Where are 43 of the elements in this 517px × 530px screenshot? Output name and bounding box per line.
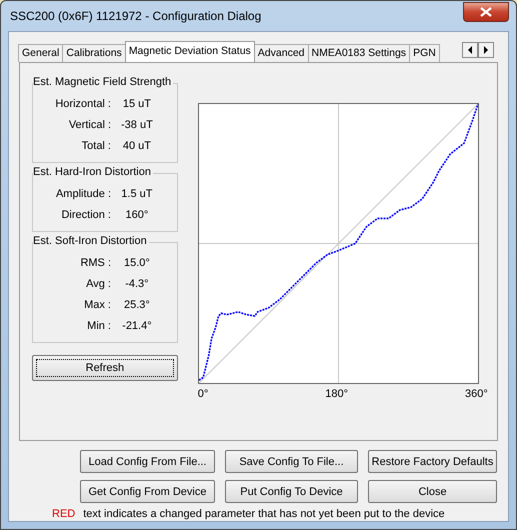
window-title: SSC200 (0x6F) 1121972 - Configuration Dialog	[9, 9, 262, 23]
axis-label: 0°	[198, 388, 208, 400]
refresh-button[interactable]: Refresh	[32, 355, 178, 381]
dialog-button[interactable]: Load Config From File...	[80, 450, 215, 473]
tab[interactable]: PGN	[409, 44, 440, 62]
left-arrow-icon	[467, 46, 473, 54]
axis-label: 360°	[465, 388, 488, 400]
field-value: 15 uT	[122, 98, 152, 110]
field-label: Avg :	[85, 278, 112, 290]
scroll-right-button[interactable]	[478, 42, 494, 58]
field-value: -21.4°	[121, 320, 153, 332]
field-label: Horizontal :	[54, 98, 112, 110]
close-icon	[480, 7, 492, 17]
scroll-left-button[interactable]	[462, 42, 478, 58]
field-value: 15.0°	[122, 257, 151, 269]
field-value: -38 uT	[121, 119, 154, 131]
right-arrow-icon	[483, 46, 489, 54]
field-label: Total :	[80, 140, 112, 152]
group-title: Est. Magnetic Field Strength	[33, 76, 174, 88]
field-label: Max :	[83, 299, 112, 311]
tab[interactable]: Magnetic Deviation Status	[124, 41, 255, 62]
close-button[interactable]	[463, 2, 509, 22]
field-label: Amplitude :	[54, 188, 112, 200]
field-label: Direction :	[60, 209, 112, 221]
axis-label: 180°	[325, 388, 348, 400]
field-label: RMS :	[79, 257, 112, 269]
highlight-keyword: RED	[52, 508, 76, 520]
dialog-button[interactable]: Put Config To Device	[225, 480, 358, 503]
group-title: Est. Soft-Iron Distortion	[33, 235, 149, 247]
group-title: Est. Hard-Iron Distortion	[33, 166, 153, 178]
field-value: 25.3°	[122, 299, 151, 311]
dialog-button[interactable]: Restore Factory Defaults	[368, 450, 497, 473]
field-label: Min :	[86, 320, 112, 332]
note-text: text indicates a changed parameter that has not yet been put to the device	[83, 508, 445, 520]
tab[interactable]: General	[18, 44, 64, 62]
dialog-button[interactable]: Close	[368, 480, 497, 503]
field-value: 40 uT	[122, 140, 152, 152]
field-value: -4.3°	[124, 278, 150, 290]
field-label: Vertical :	[68, 119, 112, 131]
field-value: 160°	[124, 209, 150, 221]
field-value: 1.5 uT	[121, 188, 154, 200]
dialog-button[interactable]: Get Config From Device	[80, 480, 215, 503]
dialog-button[interactable]: Save Config To File...	[225, 450, 358, 473]
